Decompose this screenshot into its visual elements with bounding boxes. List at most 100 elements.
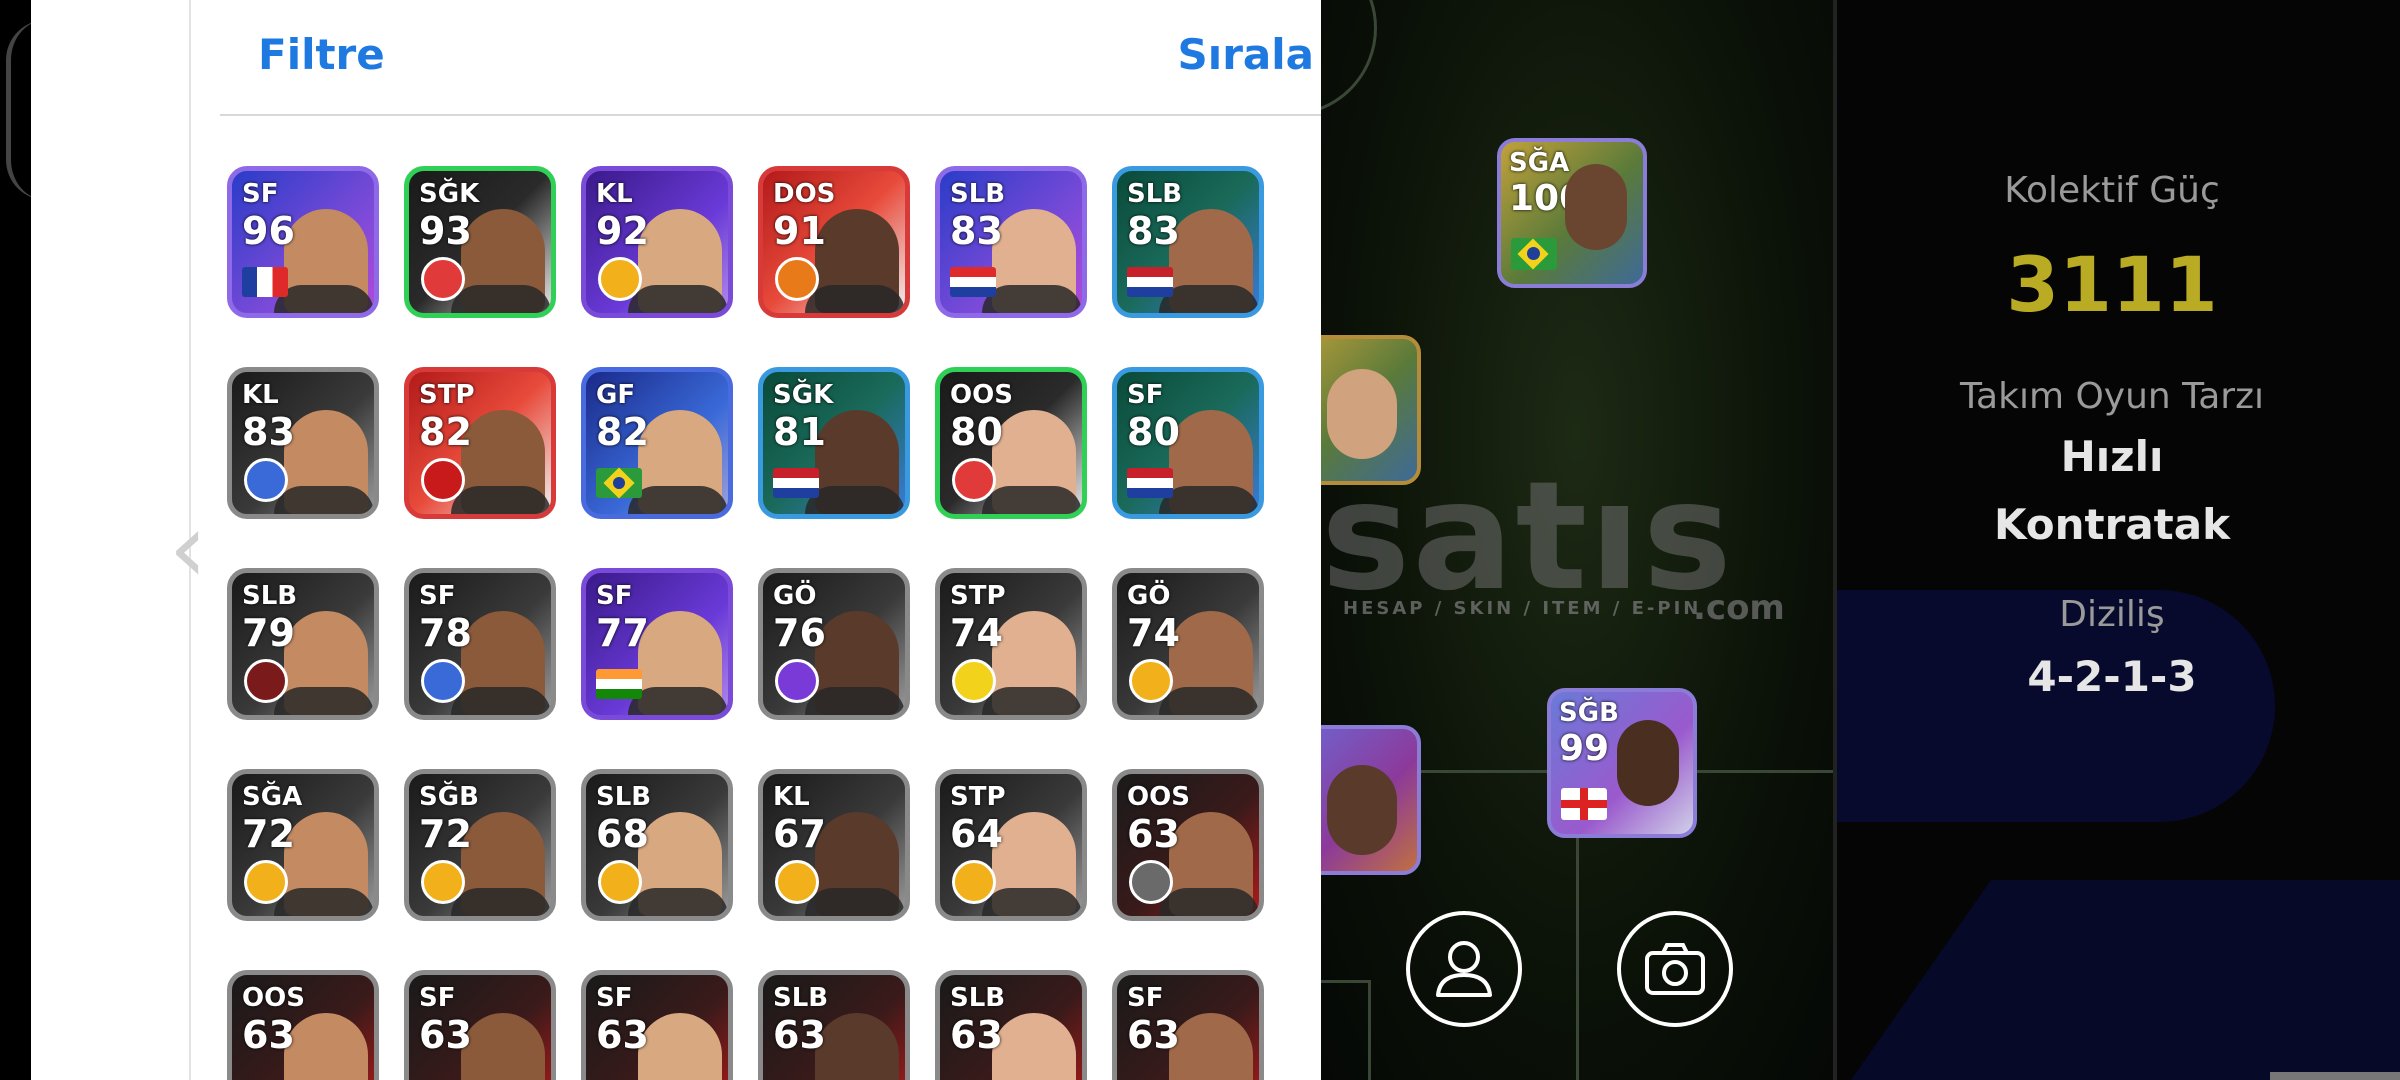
player-card[interactable]: GÖ 74 [1112, 568, 1264, 720]
player-card[interactable]: DOS 91 [758, 166, 910, 318]
player-position: SĞA [242, 782, 303, 812]
player-shirt [805, 888, 905, 916]
player-position: OOS [242, 983, 305, 1013]
club-badge-icon [421, 659, 465, 703]
player-rating: 83 [242, 410, 295, 454]
player-shirt [451, 486, 551, 514]
player-rating: 99 [1559, 728, 1610, 769]
filter-button[interactable]: Filtre [258, 30, 385, 79]
field-player-card[interactable] [1321, 335, 1421, 485]
player-shirt [274, 486, 374, 514]
player-card[interactable]: SLB 63 [935, 970, 1087, 1080]
player-card[interactable]: SĞK 81 [758, 367, 910, 519]
player-card[interactable]: SF 78 [404, 568, 556, 720]
camera-button[interactable] [1617, 911, 1733, 1027]
club-badge-icon [421, 257, 465, 301]
player-position: STP [419, 380, 475, 410]
player-card[interactable]: SF 80 [1112, 367, 1264, 519]
player-shirt [1159, 285, 1259, 313]
player-card[interactable]: SĞB 72 [404, 769, 556, 921]
player-rating: 63 [242, 1013, 295, 1057]
player-rating: 64 [950, 812, 1003, 856]
club-badge-icon [952, 458, 996, 502]
player-rating: 81 [773, 410, 826, 454]
player-shirt [628, 888, 728, 916]
india-flag-icon [596, 669, 642, 699]
player-card[interactable]: SLB 68 [581, 769, 733, 921]
play-style-value: Hızlı [2060, 432, 2164, 481]
decor-shape [1837, 880, 2400, 1080]
player-position: SĞA [1509, 148, 1570, 178]
player-card[interactable]: KL 67 [758, 769, 910, 921]
player-position: OOS [950, 380, 1013, 410]
player-card[interactable]: KL 92 [581, 166, 733, 318]
player-card[interactable]: SLB 79 [227, 568, 379, 720]
player-card[interactable]: SF 63 [404, 970, 556, 1080]
player-rating: 80 [1127, 410, 1180, 454]
player-position: SF [419, 581, 456, 611]
player-card[interactable]: KL 83 [227, 367, 379, 519]
formation-value[interactable]: 4-2-1-3 [1847, 652, 2377, 701]
player-face [638, 1013, 722, 1080]
player-face [1565, 164, 1627, 250]
player-card[interactable]: SĞA 72 [227, 769, 379, 921]
field-player-card[interactable]: SĞA 100 [1497, 138, 1647, 288]
pitch-line [1321, 980, 1371, 983]
person-icon [1436, 941, 1492, 997]
player-position: GÖ [773, 581, 817, 611]
player-position: SLB [1127, 179, 1183, 209]
player-position: SF [1127, 983, 1164, 1013]
player-shirt [805, 687, 905, 715]
player-position: STP [950, 581, 1006, 611]
player-card[interactable]: GF 82 [581, 367, 733, 519]
player-shirt [451, 285, 551, 313]
club-badge-icon [1129, 860, 1173, 904]
chevron-left-icon[interactable]: ‹ [153, 498, 223, 598]
player-card[interactable]: STP 82 [404, 367, 556, 519]
player-position: SLB [950, 983, 1006, 1013]
player-card[interactable]: SLB 83 [935, 166, 1087, 318]
club-badge-icon [1129, 659, 1173, 703]
sort-button[interactable]: Sırala [1178, 30, 1314, 79]
player-face [815, 1013, 899, 1080]
center-circle [1321, 0, 1377, 116]
player-rating: 79 [242, 611, 295, 655]
player-card[interactable]: STP 74 [935, 568, 1087, 720]
brazil-flag-icon [1511, 238, 1557, 270]
player-card[interactable]: SLB 83 [1112, 166, 1264, 318]
panel-header: Filtre Sırala [220, 0, 1352, 116]
player-rating: 93 [419, 209, 472, 253]
profile-button[interactable] [1406, 911, 1522, 1027]
player-card[interactable]: OOS 80 [935, 367, 1087, 519]
nav-indicator [2270, 1072, 2400, 1080]
player-shirt [805, 285, 905, 313]
player-card[interactable]: SF 96 [227, 166, 379, 318]
player-shirt [982, 486, 1082, 514]
player-card[interactable]: SF 77 [581, 568, 733, 720]
team-power-label: Kolektif Güç [2004, 170, 2220, 211]
player-rating: 63 [1127, 812, 1180, 856]
player-face [1617, 720, 1679, 806]
field-player-card[interactable]: SĞB 99 [1547, 688, 1697, 838]
player-face [1169, 1013, 1253, 1080]
player-card[interactable]: STP 64 [935, 769, 1087, 921]
pitch-line [1368, 980, 1371, 1080]
player-card[interactable]: SLB 63 [758, 970, 910, 1080]
club-badge-icon [775, 860, 819, 904]
player-shirt [628, 285, 728, 313]
player-card[interactable]: SF 63 [581, 970, 733, 1080]
player-position: SF [242, 179, 279, 209]
player-shirt [982, 888, 1082, 916]
club-badge-icon [952, 659, 996, 703]
player-card[interactable]: SF 63 [1112, 970, 1264, 1080]
player-card[interactable]: SĞK 93 [404, 166, 556, 318]
player-card[interactable]: GÖ 76 [758, 568, 910, 720]
player-rating: 76 [773, 611, 826, 655]
player-card[interactable]: OOS 63 [1112, 769, 1264, 921]
player-position: SF [596, 983, 633, 1013]
club-badge-icon [598, 257, 642, 301]
player-rating: 96 [242, 209, 295, 253]
netherlands-flag-icon [1127, 267, 1173, 297]
player-card[interactable]: OOS 63 [227, 970, 379, 1080]
field-player-card[interactable] [1321, 725, 1421, 875]
